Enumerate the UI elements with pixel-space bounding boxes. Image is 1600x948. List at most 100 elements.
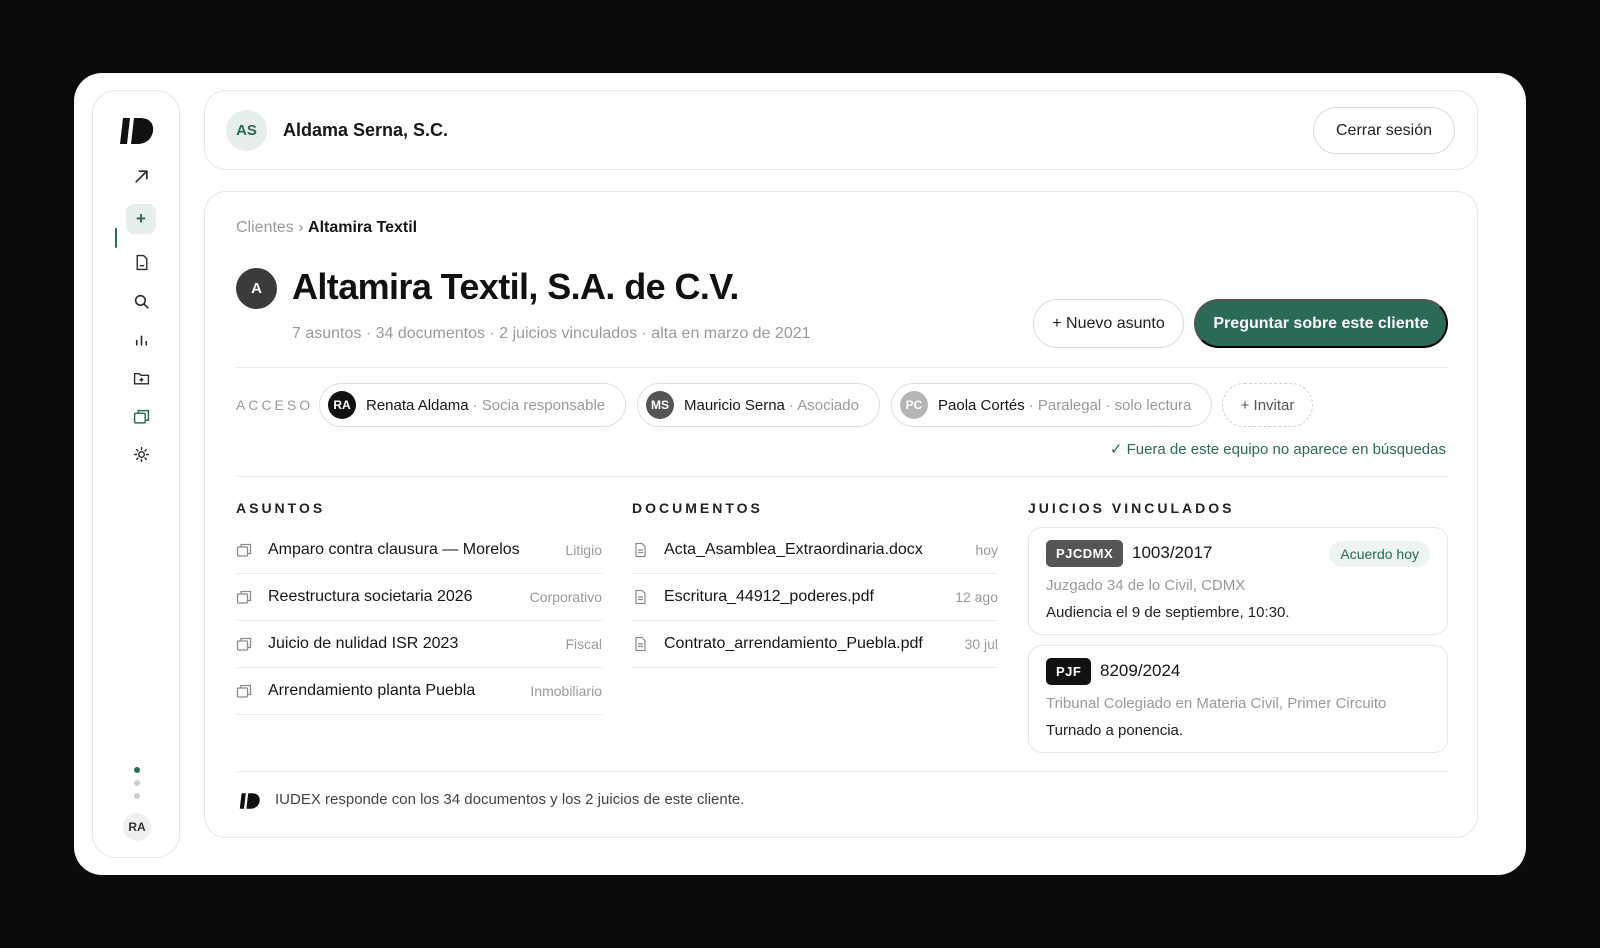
- list-item[interactable]: Contrato_arrendamiento_Puebla.pdf 30 jul: [632, 621, 998, 668]
- document-date: 12 ago: [955, 589, 998, 605]
- logout-button[interactable]: Cerrar sesión: [1313, 107, 1455, 154]
- member-role: · Asociado: [788, 396, 859, 414]
- divider: [236, 367, 1448, 368]
- list-item[interactable]: Reestructura societaria 2026 Corporativo: [236, 574, 602, 621]
- breadcrumb-separator: ›: [293, 219, 309, 236]
- case-number: 1003/2017: [1132, 543, 1213, 562]
- document-name: Escritura_44912_poderes.pdf: [664, 588, 874, 605]
- breadcrumb: Clientes › Altamira Textil: [236, 219, 417, 237]
- sidebar-item-analytics[interactable]: [126, 324, 156, 354]
- top-bar: AS Aldama Serna, S.C. Cerrar sesión: [204, 90, 1478, 170]
- member-name: Renata Aldama: [366, 396, 469, 414]
- org-avatar: AS: [226, 110, 267, 151]
- list-item[interactable]: Amparo contra clausura — Morelos Litigio: [236, 527, 602, 574]
- document-date: 30 jul: [964, 636, 998, 652]
- sidebar-item-search[interactable]: [126, 286, 156, 316]
- briefcase-icon: [236, 682, 254, 700]
- cases-heading: JUICIOS VINCULADOS: [1028, 500, 1235, 516]
- matter-tag: Litigio: [565, 542, 602, 558]
- matter-title: Juicio de nulidad ISR 2023: [268, 635, 459, 652]
- sidebar: + RA: [92, 90, 180, 858]
- case-card[interactable]: PJCDMX 1003/2017 Acuerdo hoy Juzgado 34 …: [1028, 527, 1448, 635]
- briefcase-icon: [236, 635, 254, 653]
- active-indicator: [115, 228, 117, 248]
- court-name: Tribunal Colegiado en Materia Civil, Pri…: [1046, 695, 1387, 712]
- matter-title: Reestructura societaria 2026: [268, 588, 473, 605]
- access-member-chip[interactable]: PC Paola Cortés · Paralegal · solo lectu…: [891, 383, 1212, 427]
- client-meta: 7 asuntos · 34 documentos · 2 juicios vi…: [292, 325, 811, 342]
- assistant-footer-text: IUDEX responde con los 34 documentos y l…: [275, 791, 745, 808]
- briefcase-icon: [236, 588, 254, 606]
- list-item[interactable]: Acta_Asamblea_Extraordinaria.docx hoy: [632, 527, 998, 574]
- divider: [236, 476, 1448, 477]
- access-label: ACCESO: [236, 397, 314, 413]
- matter-tag: Inmobiliario: [530, 683, 602, 699]
- bar-chart-icon: [135, 335, 147, 346]
- matters-list: Amparo contra clausura — Morelos Litigio…: [236, 527, 602, 715]
- document-name: Contrato_arrendamiento_Puebla.pdf: [664, 635, 923, 652]
- new-matter-button[interactable]: + Nuevo asunto: [1033, 299, 1184, 348]
- case-card[interactable]: PJF 8209/2024 Tribunal Colegiado en Mate…: [1028, 645, 1448, 753]
- document-name: Acta_Asamblea_Extraordinaria.docx: [664, 541, 923, 558]
- member-name: Paola Cortés: [938, 396, 1025, 414]
- privacy-note: ✓ Fuera de este equipo no aparece en bús…: [1109, 441, 1446, 458]
- avatar: MS: [646, 391, 674, 419]
- app-window: + RA AS Aldama Serna, S.C. Cerrar sesión: [74, 73, 1526, 875]
- avatar: RA: [328, 391, 356, 419]
- member-role: · Paralegal · solo lectura: [1028, 396, 1192, 414]
- matter-title: Amparo contra clausura — Morelos: [268, 541, 520, 558]
- divider: [236, 771, 1448, 772]
- sidebar-item-new[interactable]: +: [126, 204, 156, 234]
- matter-tag: Corporativo: [529, 589, 602, 605]
- document-icon: [632, 635, 650, 653]
- arrow-up-right-icon: [134, 169, 148, 183]
- sidebar-item-open[interactable]: [126, 161, 156, 191]
- iudex-logo: [239, 793, 260, 809]
- member-name: Mauricio Serna: [684, 396, 785, 414]
- document-icon: [632, 541, 650, 559]
- documents-list: Acta_Asamblea_Extraordinaria.docx hoy Es…: [632, 527, 998, 668]
- breadcrumb-current: Altamira Textil: [308, 219, 418, 236]
- page-title: Altamira Textil, S.A. de C.V.: [292, 266, 739, 307]
- org-name: Aldama Serna, S.C.: [283, 120, 449, 140]
- iudex-logo[interactable]: [120, 116, 154, 146]
- matter-tag: Fiscal: [565, 636, 602, 652]
- breadcrumb-parent[interactable]: Clientes: [236, 219, 294, 236]
- list-item[interactable]: Juicio de nulidad ISR 2023 Fiscal: [236, 621, 602, 668]
- ask-client-button[interactable]: Preguntar sobre este cliente: [1194, 299, 1448, 348]
- client-avatar: A: [236, 268, 277, 309]
- case-number: 8209/2024: [1100, 661, 1181, 680]
- briefcase-icon: [236, 541, 254, 559]
- client-panel: Clientes › Altamira Textil A Altamira Te…: [204, 191, 1478, 838]
- case-detail: Audiencia el 9 de septiembre, 10:30.: [1046, 604, 1290, 621]
- search-icon: [134, 294, 149, 309]
- avatar: PC: [900, 391, 928, 419]
- list-item[interactable]: Escritura_44912_poderes.pdf 12 ago: [632, 574, 998, 621]
- folder-add-icon: [133, 372, 149, 385]
- workspace-dots[interactable]: [134, 767, 140, 807]
- court-badge: PJF: [1046, 658, 1092, 685]
- matters-heading: ASUNTOS: [236, 500, 326, 516]
- documents-heading: DOCUMENTOS: [632, 500, 763, 516]
- access-member-chip[interactable]: MS Mauricio Serna · Asociado: [637, 383, 880, 427]
- case-detail: Turnado a ponencia.: [1046, 722, 1184, 739]
- sidebar-item-settings[interactable]: [126, 439, 156, 469]
- document-date: hoy: [975, 542, 998, 558]
- invite-button[interactable]: + Invitar: [1222, 383, 1313, 427]
- document-icon: [136, 254, 148, 270]
- matter-title: Arrendamiento planta Puebla: [268, 682, 476, 699]
- sidebar-item-clients[interactable]: [126, 401, 156, 431]
- access-member-chip[interactable]: RA Renata Aldama · Socia responsable: [319, 383, 626, 427]
- user-avatar[interactable]: RA: [123, 813, 151, 841]
- court-badge: PJCDMX: [1046, 540, 1124, 567]
- sidebar-item-folders[interactable]: [126, 363, 156, 393]
- member-role: · Socia responsable: [472, 396, 606, 414]
- plus-icon: +: [136, 209, 146, 228]
- document-icon: [632, 588, 650, 606]
- sidebar-item-documents[interactable]: [126, 247, 156, 277]
- briefcase-icon: [133, 409, 149, 424]
- status-badge: Acuerdo hoy: [1329, 541, 1430, 567]
- gear-icon: [133, 446, 149, 462]
- list-item[interactable]: Arrendamiento planta Puebla Inmobiliario: [236, 668, 602, 715]
- court-name: Juzgado 34 de lo Civil, CDMX: [1046, 577, 1246, 594]
